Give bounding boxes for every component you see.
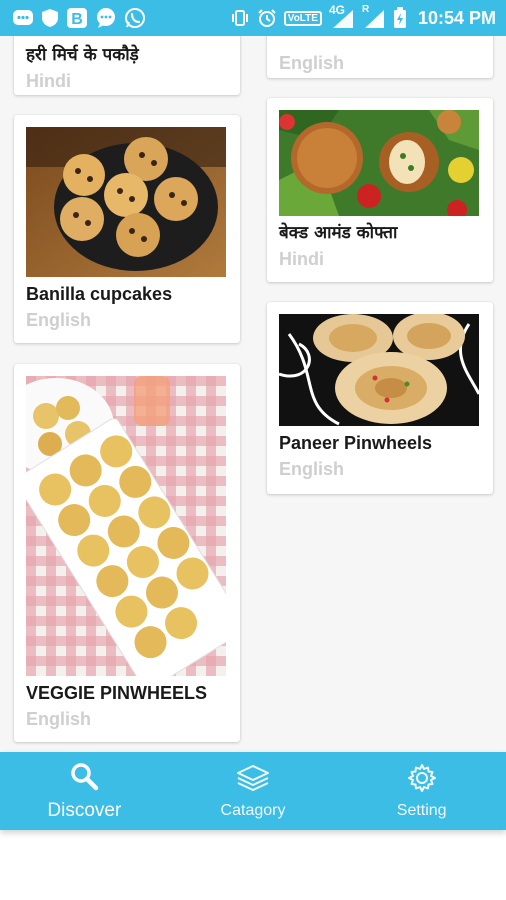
recipe-title: VEGGIE PINWHEELS: [26, 683, 208, 703]
recipe-title: Banilla cupcakes: [26, 284, 173, 304]
shield-icon: [41, 8, 59, 28]
recipe-card[interactable]: Banilla cupcakes English: [14, 115, 240, 343]
recipe-title: Paneer Pinwheels: [279, 433, 433, 453]
kofta-photo: [279, 110, 479, 216]
roaming-label: R: [361, 4, 370, 15]
chat-icon: [95, 7, 117, 29]
veggie-pinwheels-photo: [26, 376, 226, 676]
recipe-language: Hindi: [26, 71, 71, 91]
volte-icon: VoLTE: [283, 10, 322, 26]
system-icons: VoLTE 4G R 10:54 PM: [230, 3, 496, 29]
nav-label: Setting: [396, 801, 447, 819]
recipe-language: English: [26, 709, 92, 729]
recipe-grid: हरी मिर्च के पकौड़े Hindi Banilla cupcak…: [0, 36, 506, 752]
alarm-icon: [257, 8, 277, 28]
recipe-title: बेक्ड आमंड कोफ्ता: [279, 223, 398, 243]
vibrate-icon: [230, 8, 250, 28]
nav-label: Discover: [47, 799, 122, 821]
whatsapp-icon: [124, 7, 146, 29]
recipe-language: Hindi: [279, 249, 324, 269]
recipe-title: हरी मिर्च के पकौड़े: [26, 45, 139, 65]
bottom-navigation: Discover Catagory Setting: [0, 752, 506, 830]
message-icon: [12, 8, 34, 28]
paneer-pinwheels-photo: [279, 314, 479, 426]
cupcakes-photo: [26, 127, 226, 277]
nav-discover[interactable]: Discover: [0, 752, 169, 830]
network-type-label: 4G: [328, 3, 345, 17]
recipe-language: English: [26, 310, 92, 330]
recipe-card[interactable]: Paneer Pinwheels English: [267, 302, 493, 494]
recipe-card[interactable]: English: [267, 36, 493, 78]
recipe-language: English: [279, 53, 345, 73]
battery-charging-icon: [393, 7, 407, 29]
layers-icon: [235, 763, 271, 798]
recipe-card[interactable]: VEGGIE PINWHEELS English: [14, 364, 240, 742]
nav-catagory[interactable]: Catagory: [169, 752, 338, 830]
gear-icon: [407, 763, 437, 798]
recipe-language: English: [279, 459, 345, 479]
nav-label: Catagory: [220, 801, 286, 819]
clock: 10:54 PM: [417, 7, 496, 28]
signal-4g-icon: 4G: [329, 3, 355, 29]
search-icon: [69, 761, 99, 796]
nav-setting[interactable]: Setting: [337, 752, 506, 830]
b-app-icon: B: [66, 7, 88, 29]
notification-icons: B: [12, 7, 146, 29]
signal-roaming-icon: R: [361, 4, 386, 29]
recipe-card[interactable]: बेक्ड आमंड कोफ्ता Hindi: [267, 98, 493, 282]
recipe-card[interactable]: हरी मिर्च के पकौड़े Hindi: [14, 36, 240, 95]
status-bar: B VoLTE 4G R 10:54 PM: [0, 0, 506, 36]
svg-text:B: B: [71, 11, 83, 28]
